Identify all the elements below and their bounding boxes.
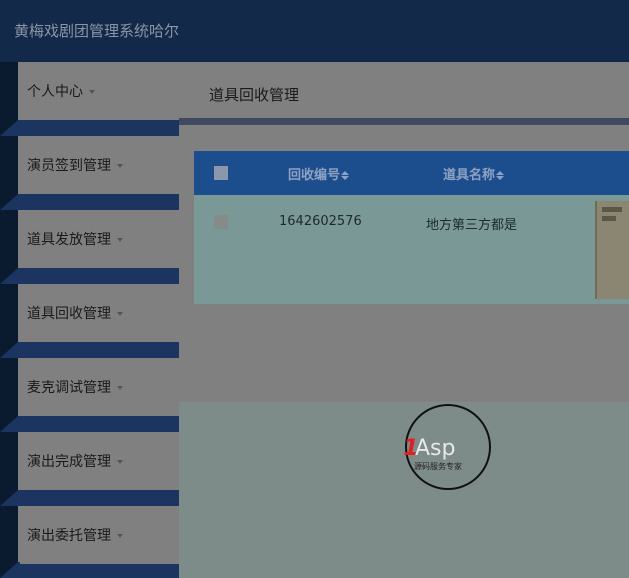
chevron-down-icon <box>117 534 123 538</box>
menu-separator-wedge <box>0 194 20 210</box>
app-title: 黄梅戏剧团管理系统哈尔 <box>14 22 180 40</box>
sort-icon <box>341 171 350 180</box>
page-title: 道具回收管理 <box>209 86 300 104</box>
select-all-checkbox[interactable] <box>214 166 228 180</box>
table-row[interactable]: 1642602576 地方第三方都是 <box>194 195 629 304</box>
column-header-recycle-id[interactable]: 回收编号 <box>288 164 350 183</box>
sidebar-item-personal-center[interactable]: 个人中心 <box>18 62 179 120</box>
sidebar-item-prop-issue[interactable]: 道具发放管理 <box>18 210 179 268</box>
svg-text:Asp: Asp <box>415 436 455 461</box>
title-divider <box>179 118 629 125</box>
sidebar-item-label: 演出委托管理 <box>27 528 111 544</box>
chevron-down-icon <box>117 312 123 316</box>
cell-prop-name: 地方第三方都是 <box>426 218 518 233</box>
menu-separator-wedge <box>0 268 20 284</box>
table-header: 回收编号 道具名称 <box>194 151 629 195</box>
top-header: 黄梅戏剧团管理系统哈尔 <box>0 0 629 62</box>
sidebar-item-label: 演出完成管理 <box>27 454 111 470</box>
brand-watermark-logo: 51 Asp x 源码服务专家 <box>404 404 491 490</box>
svg-text:源码服务专家: 源码服务专家 <box>414 461 462 471</box>
sidebar: 个人中心 演员签到管理 道具发放管理 道具回收管理 麦克调试管理 演出完成管理 … <box>0 62 179 578</box>
chevron-down-icon <box>117 238 123 242</box>
row-checkbox[interactable] <box>214 215 228 229</box>
cell-recycle-id: 1642602576 <box>279 214 362 229</box>
sidebar-item-performance-complete[interactable]: 演出完成管理 <box>18 432 179 490</box>
prop-image-thumbnail <box>595 201 629 299</box>
chevron-down-icon <box>117 460 123 464</box>
sidebar-item-performance-commission[interactable]: 演出委托管理 <box>18 506 179 564</box>
menu-separator-wedge <box>0 416 20 432</box>
sidebar-item-actor-checkin[interactable]: 演员签到管理 <box>18 136 179 194</box>
chevron-down-icon <box>89 90 95 94</box>
menu-separator-wedge <box>0 120 20 136</box>
sidebar-item-prop-recycle[interactable]: 道具回收管理 <box>18 284 179 342</box>
chevron-down-icon <box>117 386 123 390</box>
main-content: 道具回收管理 回收编号 道具名称 1642602576 地方第三方都是 <box>179 62 629 578</box>
menu-separator-wedge <box>0 490 20 506</box>
menu-separator-wedge <box>0 562 20 578</box>
column-header-prop-name[interactable]: 道具名称 <box>443 164 505 183</box>
sidebar-item-label: 个人中心 <box>27 84 83 100</box>
recycle-table: 回收编号 道具名称 1642602576 地方第三方都是 <box>194 151 629 304</box>
sidebar-item-label: 道具回收管理 <box>27 306 111 322</box>
sidebar-item-mic-debug[interactable]: 麦克调试管理 <box>18 358 179 416</box>
menu-separator-wedge <box>0 342 20 358</box>
sidebar-item-label: 演员签到管理 <box>27 158 111 174</box>
sidebar-item-label: 道具发放管理 <box>27 232 111 248</box>
sidebar-item-label: 麦克调试管理 <box>27 380 111 396</box>
chevron-down-icon <box>117 164 123 168</box>
sort-icon <box>496 171 505 180</box>
